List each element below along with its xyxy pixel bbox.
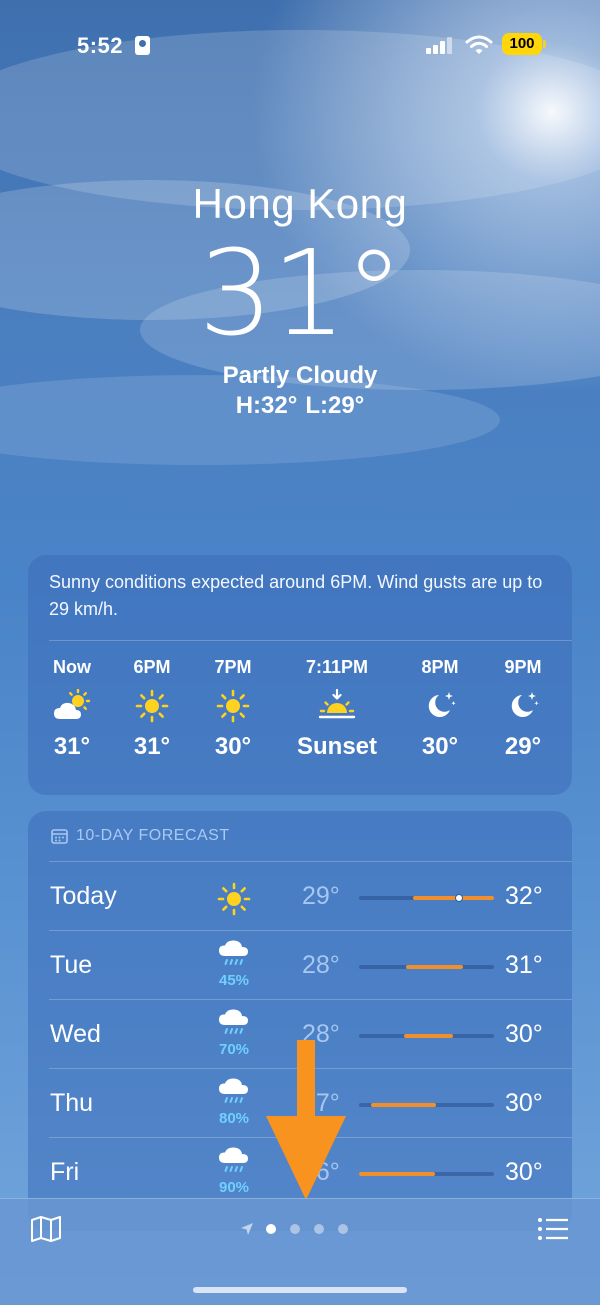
page-dot[interactable]: [290, 1224, 300, 1234]
forecast-high: 30°: [505, 1089, 543, 1117]
city-name: Hong Kong: [192, 180, 408, 227]
hour-temp: 29°: [504, 733, 542, 760]
sun-icon: [183, 683, 283, 729]
hour-label: 7:11PM: [305, 657, 369, 677]
battery-indicator: 100: [502, 33, 546, 55]
precip-chance: 45%: [218, 972, 250, 989]
page-dot[interactable]: [338, 1224, 348, 1234]
temp-range-bar: [359, 1172, 494, 1176]
contact-card-icon: [135, 36, 150, 55]
hour-column: 7PM 30°: [183, 655, 283, 761]
forecast-high: 30°: [505, 1158, 543, 1186]
forecast-row[interactable]: Today 29° 32°: [49, 862, 572, 931]
sun-icon: [209, 882, 259, 921]
forecast-icon: 70%: [209, 1008, 259, 1058]
clock: 5:52: [77, 33, 124, 58]
forecast-day: Fri: [50, 1158, 80, 1186]
temp-range-bar: [359, 965, 494, 969]
rain-cloud-icon: [209, 939, 259, 974]
moon-stars-icon: [473, 683, 573, 729]
calendar-icon: [51, 829, 68, 844]
temp-range-bar: [359, 894, 494, 902]
hourly-forecast-card[interactable]: Sunny conditions expected around 6PM. Wi…: [28, 555, 572, 795]
sunset-icon: [287, 683, 387, 729]
forecast-icon: 80%: [209, 1077, 259, 1127]
temp-range-fill: [359, 1172, 435, 1176]
high-low: H:32° L:29°: [0, 392, 600, 420]
rain-cloud-icon: [209, 1008, 259, 1043]
hour-column: 9PM 29°: [473, 655, 573, 761]
weather-summary: Sunny conditions expected around 6PM. Wi…: [49, 572, 543, 619]
forecast-low: 29°: [302, 882, 340, 910]
cellular-signal-icon: [426, 37, 454, 54]
divider: [49, 640, 572, 641]
forecast-day: Thu: [50, 1089, 94, 1117]
list-icon[interactable]: [537, 1215, 569, 1243]
rain-cloud-icon: [209, 1077, 259, 1112]
map-icon[interactable]: [30, 1215, 62, 1243]
current-temp-marker: [454, 894, 463, 902]
precip-chance: 70%: [218, 1041, 250, 1058]
forecast-high: 31°: [505, 951, 543, 979]
forecast-high: 32°: [505, 882, 543, 910]
forecast-icon: 45%: [209, 939, 259, 989]
hour-column: 7:11PM Sunset: [287, 655, 387, 761]
temp-range-fill: [413, 896, 494, 900]
temp-range-bar: [359, 1034, 494, 1038]
temp-range-fill: [371, 1103, 436, 1107]
hour-label: 9PM: [504, 657, 542, 677]
precip-chance: 80%: [218, 1110, 250, 1127]
hour-temp: Sunset: [296, 733, 377, 760]
page-indicator[interactable]: [240, 1221, 348, 1237]
location-arrow-icon: [241, 1223, 253, 1235]
forecast-high: 30°: [505, 1020, 543, 1048]
hour-label: 7PM: [214, 657, 252, 677]
current-weather: Hong Kong 31° Partly Cloudy H:32° L:29°: [0, 180, 600, 420]
low-temp: L:29°: [305, 392, 365, 419]
forecast-low: 28°: [302, 951, 340, 979]
condition-text: Partly Cloudy: [222, 362, 378, 389]
hour-temp: 30°: [214, 733, 252, 760]
temp-range-fill: [403, 1034, 454, 1038]
status-bar: 5:52 100: [0, 0, 600, 90]
forecast-heading-label: 10-DAY FORECAST: [76, 827, 230, 844]
forecast-icon: [209, 870, 259, 921]
high-temp: H:32°: [235, 392, 298, 419]
rain-cloud-icon: [209, 1146, 259, 1181]
temp-range-bar: [359, 1103, 494, 1107]
down-arrow-icon: [266, 1040, 346, 1200]
page-dot[interactable]: [266, 1224, 276, 1234]
current-temperature: 31°: [198, 224, 403, 362]
wifi-icon: [465, 35, 493, 54]
forecast-day: Tue: [50, 951, 93, 979]
forecast-icon: 90%: [209, 1146, 259, 1196]
page-dot[interactable]: [314, 1224, 324, 1234]
precip-chance: 90%: [218, 1179, 250, 1196]
forecast-row[interactable]: Tue 45% 28° 31°: [49, 931, 572, 1000]
forecast-day: Today: [50, 882, 117, 910]
home-indicator[interactable]: [193, 1287, 407, 1293]
forecast-heading: 10-DAY FORECAST: [51, 827, 230, 845]
forecast-day: Wed: [50, 1020, 101, 1048]
temp-range-fill: [406, 965, 463, 969]
